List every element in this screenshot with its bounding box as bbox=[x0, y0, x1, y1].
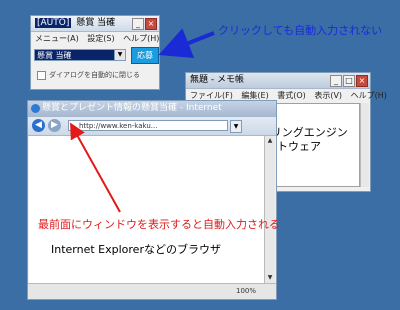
blue-arrow bbox=[158, 28, 215, 59]
annotation-arrows bbox=[70, 28, 215, 213]
red-arrow bbox=[70, 122, 121, 213]
